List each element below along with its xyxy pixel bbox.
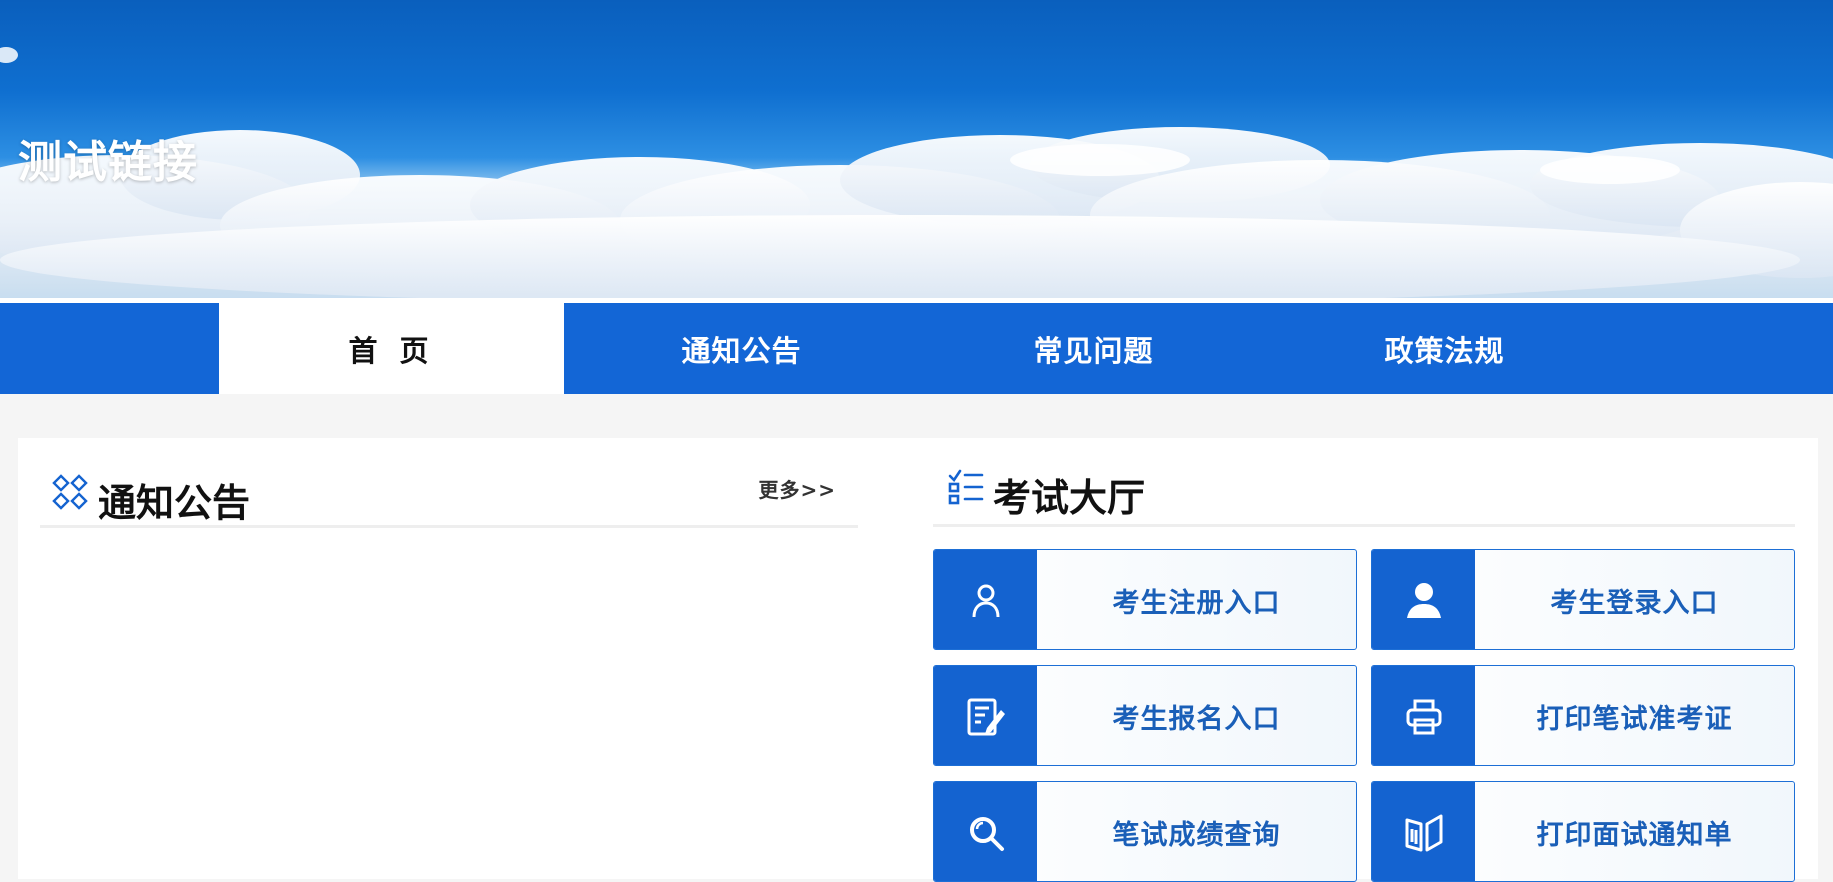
- score-query-button[interactable]: 笔试成绩查询: [933, 781, 1357, 882]
- user-outline-icon: [934, 550, 1037, 649]
- register-entry-button[interactable]: 考生注册入口: [933, 549, 1357, 650]
- print-interview-label: 打印面试通知单: [1536, 820, 1733, 851]
- login-entry-label: 考生登录入口: [1550, 588, 1719, 619]
- print-admission-label: 打印笔试准考证: [1536, 704, 1733, 735]
- login-entry-button[interactable]: 考生登录入口: [1371, 549, 1795, 650]
- checklist-icon: [948, 469, 984, 505]
- nav-item-faq[interactable]: 常见问题: [921, 303, 1266, 394]
- user-solid-icon: [1372, 550, 1475, 649]
- nav-item-policies[interactable]: 政策法规: [1272, 303, 1617, 394]
- exam-hall-header: 考试大厅: [933, 438, 1795, 527]
- exam-hall-title: 考试大厅: [993, 476, 1146, 520]
- grid-diamond-icon: [52, 474, 88, 510]
- exam-hall-panel: 考试大厅 考生注册入口 考生登录入口 考生报名入口 打印笔试准考证 笔试成绩查询…: [933, 438, 1795, 882]
- site-title: 测试链接: [18, 137, 198, 188]
- nav-item-home[interactable]: 首 页: [219, 303, 564, 394]
- print-admission-button[interactable]: 打印笔试准考证: [1371, 665, 1795, 766]
- notices-panel: 通知公告 更多>>: [40, 438, 858, 879]
- edit-form-icon: [934, 666, 1037, 765]
- register-entry-label: 考生注册入口: [1112, 588, 1281, 619]
- notices-panel-header: 通知公告 更多>>: [40, 438, 858, 528]
- open-book-icon: [1372, 782, 1475, 881]
- search-icon: [934, 782, 1037, 881]
- more-link[interactable]: 更多>>: [758, 474, 836, 503]
- header-banner: 测试链接: [0, 0, 1833, 303]
- notices-title: 通知公告: [98, 481, 251, 525]
- signup-entry-button[interactable]: 考生报名入口: [933, 665, 1357, 766]
- sky-clouds-image: [0, 47, 1833, 303]
- print-interview-button[interactable]: 打印面试通知单: [1371, 781, 1795, 882]
- main-nav: 首 页 通知公告 常见问题 政策法规: [0, 303, 1833, 394]
- nav-item-notices[interactable]: 通知公告: [569, 303, 914, 394]
- printer-icon: [1372, 666, 1475, 765]
- signup-entry-label: 考生报名入口: [1112, 704, 1281, 735]
- score-query-label: 笔试成绩查询: [1112, 820, 1281, 851]
- main-content: 通知公告 更多>> 考试大厅 考生注册入口 考生登录入口 考生报名入口 打印笔试…: [18, 438, 1818, 882]
